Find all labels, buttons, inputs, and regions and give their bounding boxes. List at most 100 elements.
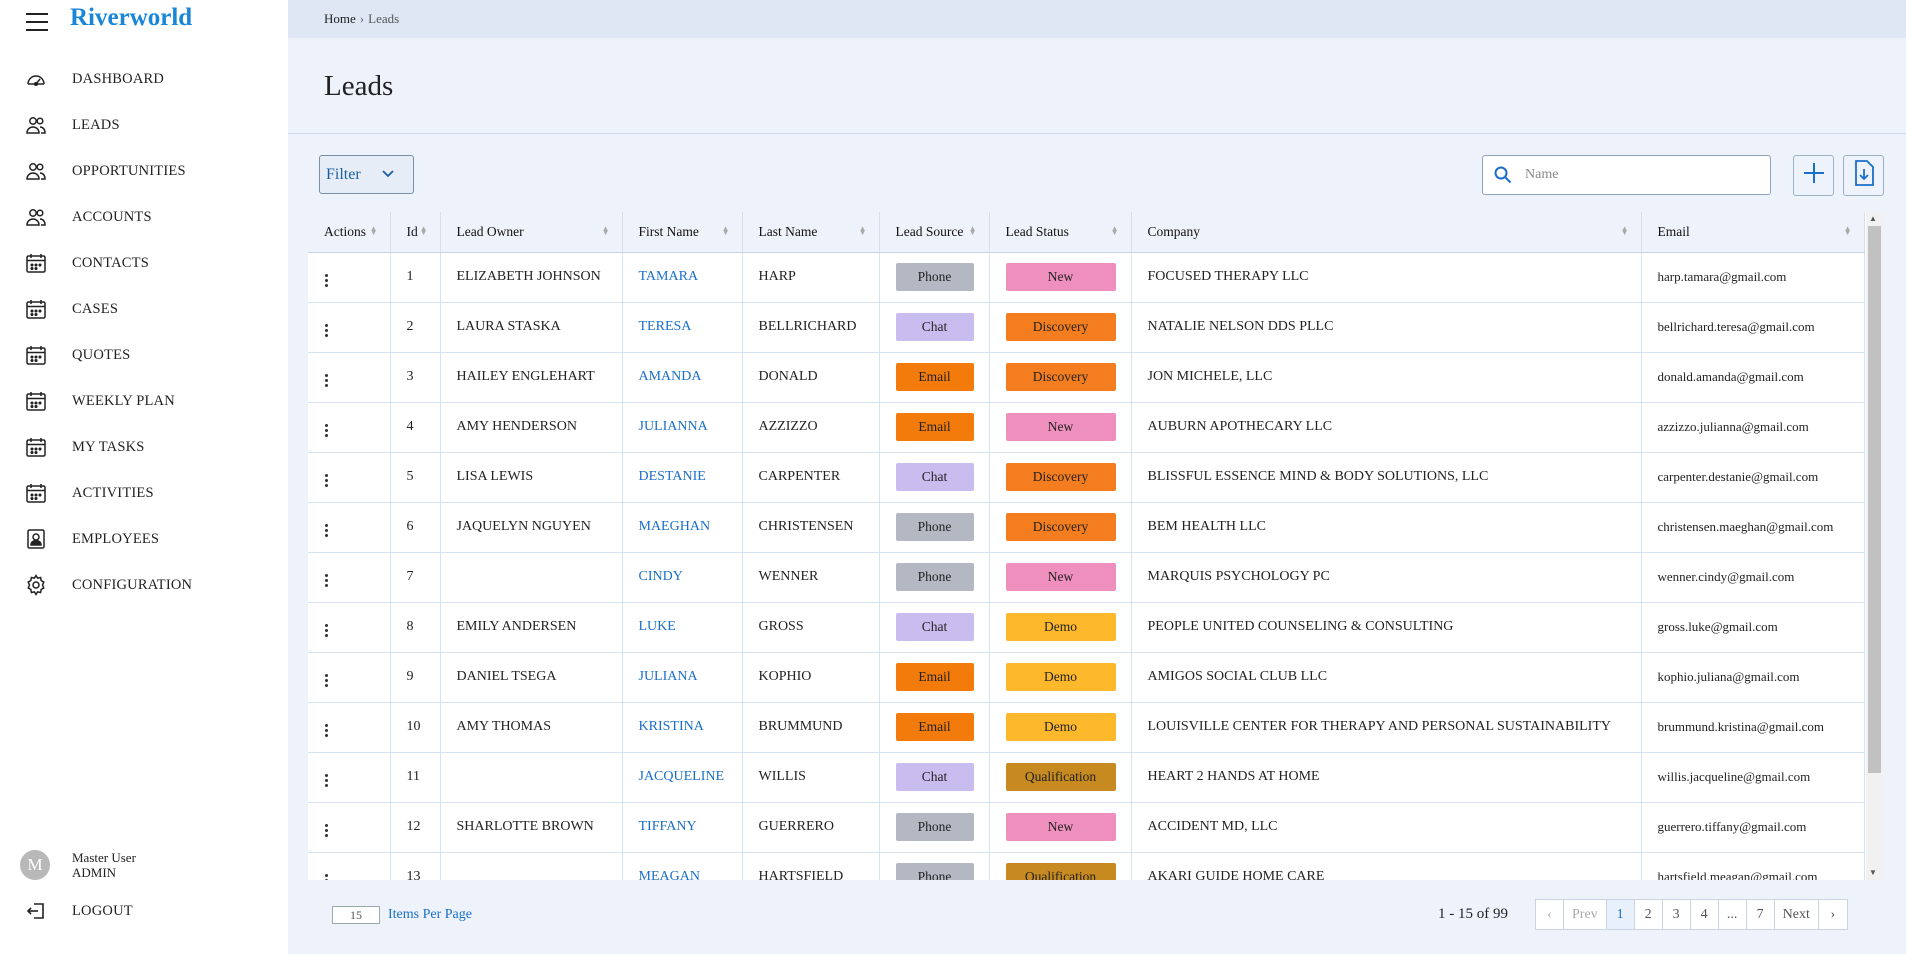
items-per-page-input[interactable]: 15: [332, 906, 380, 924]
more-vertical-icon[interactable]: [322, 472, 330, 488]
first-name-link[interactable]: KRISTINA: [639, 719, 704, 734]
sort-icon[interactable]: ▲ ▼: [969, 225, 977, 237]
lead-source-cell: Phone: [879, 852, 990, 880]
table-row[interactable]: 10 AMY THOMAS KRISTINA BRUMMUND Email Demo LOU…: [308, 702, 1865, 753]
sort-icon[interactable]: ▲ ▼: [1111, 225, 1119, 237]
chevron-right-icon[interactable]: ›: [1819, 900, 1847, 929]
first-name-link[interactable]: LUKE: [639, 619, 676, 634]
sort-icon[interactable]: ▲ ▼: [722, 225, 730, 237]
sidebar-item-accounts[interactable]: ACCOUNTS: [0, 194, 288, 240]
first-name-link[interactable]: CINDY: [639, 569, 683, 584]
more-vertical-icon[interactable]: [322, 822, 330, 838]
column-header-actions[interactable]: Actions ▲ ▼: [308, 212, 391, 253]
items-per-page-label[interactable]: Items Per Page: [388, 907, 472, 923]
table-row[interactable]: 3 HAILEY ENGLEHART AMANDA DONALD Email Discov…: [308, 352, 1865, 403]
table-row[interactable]: 1 ELIZABETH JOHNSON TAMARA HARP Phone New FOCU…: [308, 252, 1865, 303]
page-button-2[interactable]: 2: [1635, 900, 1663, 929]
column-header-last-name[interactable]: Last Name ▲ ▼: [742, 212, 880, 253]
more-vertical-icon[interactable]: [322, 722, 330, 738]
sidebar-item-configuration[interactable]: CONFIGURATION: [0, 562, 288, 608]
column-header-lead-owner[interactable]: Lead Owner ▲ ▼: [440, 212, 623, 253]
menu-icon[interactable]: [26, 13, 48, 31]
table-row[interactable]: 11 JACQUELINE WILLIS Chat Qualification HEART…: [308, 752, 1865, 803]
scroll-up-arrow[interactable]: ▲: [1869, 214, 1877, 223]
more-vertical-icon[interactable]: [322, 272, 330, 288]
more-vertical-icon[interactable]: [322, 372, 330, 388]
id-cell: 13: [390, 852, 441, 880]
more-vertical-icon[interactable]: [322, 572, 330, 588]
brand-logo[interactable]: Riverworld: [70, 4, 192, 32]
table-row[interactable]: 12 SHARLOTTE BROWN TIFFANY GUERRERO Phone New…: [308, 802, 1865, 853]
lead-status-cell: New: [989, 802, 1132, 853]
sidebar-item-contacts[interactable]: CONTACTS: [0, 240, 288, 286]
lead-source-badge: Phone: [895, 863, 974, 880]
scroll-down-arrow[interactable]: ▼: [1869, 868, 1877, 877]
search-field[interactable]: [1482, 155, 1771, 195]
column-header-company[interactable]: Company ▲ ▼: [1131, 212, 1642, 253]
column-header-lead-source[interactable]: Lead Source ▲ ▼: [879, 212, 990, 253]
sidebar-item-my-tasks[interactable]: MY TASKS: [0, 424, 288, 470]
page-button-3[interactable]: 3: [1663, 900, 1691, 929]
sidebar-item-activities[interactable]: ACTIVITIES: [0, 470, 288, 516]
add-lead-button[interactable]: [1793, 155, 1834, 196]
page-button-7[interactable]: 7: [1747, 900, 1775, 929]
column-header-lead-status[interactable]: Lead Status ▲ ▼: [989, 212, 1132, 253]
first-name-link[interactable]: TAMARA: [639, 269, 699, 284]
filter-dropdown[interactable]: Filter: [319, 155, 414, 194]
sort-icon[interactable]: ▲ ▼: [859, 225, 867, 237]
leads-table-container[interactable]: Actions ▲ ▼ Id ▲ ▼ Lead Owner ▲ ▼ First Name ▲ ▼ Las…: [308, 212, 1883, 880]
table-row[interactable]: 8 EMILY ANDERSEN LUKE GROSS Chat Demo PEOPLE U…: [308, 602, 1865, 653]
search-input[interactable]: [1525, 167, 1745, 183]
logout-button[interactable]: LOGOUT: [0, 888, 288, 934]
first-name-link[interactable]: DESTANIE: [639, 469, 706, 484]
prev-page-button[interactable]: Prev: [1564, 900, 1607, 929]
more-vertical-icon[interactable]: [322, 622, 330, 638]
first-name-link[interactable]: MAEGHAN: [639, 519, 711, 534]
first-name-link[interactable]: JULIANNA: [639, 419, 708, 434]
first-name-link[interactable]: TIFFANY: [639, 819, 697, 834]
sort-icon[interactable]: ▲ ▼: [1621, 225, 1629, 237]
first-name-link[interactable]: MEAGAN: [639, 869, 700, 880]
more-vertical-icon[interactable]: [322, 872, 330, 880]
more-vertical-icon[interactable]: [322, 522, 330, 538]
more-vertical-icon[interactable]: [322, 322, 330, 338]
column-header-email[interactable]: Email ▲ ▼: [1641, 212, 1865, 253]
scrollbar-thumb[interactable]: [1868, 226, 1881, 773]
table-row[interactable]: 9 DANIEL TSEGA JULIANA KOPHIO Email Demo AMIGO…: [308, 652, 1865, 703]
first-name-link[interactable]: TERESA: [639, 319, 692, 334]
sort-icon[interactable]: ▲ ▼: [420, 225, 428, 237]
table-row[interactable]: 7 CINDY WENNER Phone New MARQUIS PSYCHOLOGY P…: [308, 552, 1865, 603]
column-header-first-name[interactable]: First Name ▲ ▼: [622, 212, 743, 253]
export-button[interactable]: [1843, 155, 1884, 196]
more-vertical-icon[interactable]: [322, 672, 330, 688]
more-vertical-icon[interactable]: [322, 772, 330, 788]
table-row[interactable]: 2 LAURA STASKA TERESA BELLRICHARD Chat Discov…: [308, 302, 1865, 353]
first-name-link[interactable]: JULIANA: [639, 669, 698, 684]
breadcrumb-home[interactable]: Home: [324, 11, 356, 26]
first-name-link[interactable]: JACQUELINE: [639, 769, 725, 784]
more-vertical-icon[interactable]: [322, 422, 330, 438]
table-row[interactable]: 6 JAQUELYN NGUYEN MAEGHAN CHRISTENSEN Phone D…: [308, 502, 1865, 553]
sort-icon[interactable]: ▲ ▼: [1844, 225, 1852, 237]
column-header-id[interactable]: Id ▲ ▼: [390, 212, 441, 253]
next-page-button[interactable]: Next: [1775, 900, 1819, 929]
first-name-link[interactable]: AMANDA: [639, 369, 702, 384]
sidebar-item-label: ACTIVITIES: [72, 484, 154, 501]
table-row[interactable]: 13 MEAGAN HARTSFIELD Phone Qualification AKAR…: [308, 852, 1865, 880]
sidebar-item-employees[interactable]: EMPLOYEES: [0, 516, 288, 562]
chevron-left-icon[interactable]: ‹: [1536, 900, 1564, 929]
lead-status-cell: Qualification: [989, 852, 1132, 880]
sidebar-item-leads[interactable]: LEADS: [0, 102, 288, 148]
sidebar-item-cases[interactable]: CASES: [0, 286, 288, 332]
table-row[interactable]: 4 AMY HENDERSON JULIANNA AZZIZZO Email New AUB…: [308, 402, 1865, 453]
sidebar-item-weekly-plan[interactable]: WEEKLY PLAN: [0, 378, 288, 424]
page-button-1[interactable]: 1: [1606, 900, 1635, 929]
sort-icon[interactable]: ▲ ▼: [370, 225, 378, 237]
page-button-4[interactable]: 4: [1691, 900, 1719, 929]
sidebar-item-opportunities[interactable]: OPPORTUNITIES: [0, 148, 288, 194]
sidebar-item-quotes[interactable]: QUOTES: [0, 332, 288, 378]
sidebar-item-dashboard[interactable]: DASHBOARD: [0, 56, 288, 102]
sort-icon[interactable]: ▲ ▼: [602, 225, 610, 237]
user-profile[interactable]: M Master User ADMIN: [20, 850, 136, 880]
table-row[interactable]: 5 LISA LEWIS DESTANIE CARPENTER Chat Discover…: [308, 452, 1865, 503]
